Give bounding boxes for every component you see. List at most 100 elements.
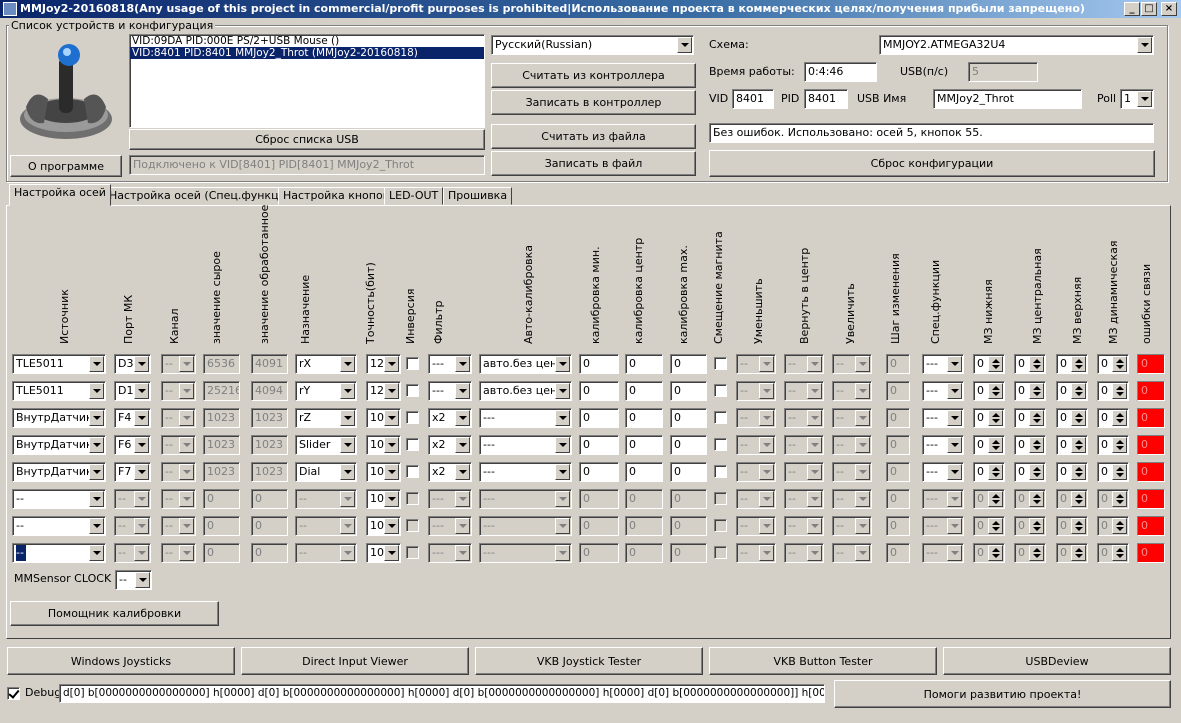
axis-max-field[interactable]: 0 — [670, 354, 707, 374]
axis-dz_top-stepper[interactable]: 0 — [1056, 381, 1088, 401]
axis-port-select[interactable]: D1 — [114, 381, 151, 401]
axis-spec-select[interactable]: --- — [922, 381, 964, 401]
vid-field[interactable]: 8401 — [732, 89, 774, 109]
debug-checkbox[interactable] — [7, 687, 20, 700]
axis-autocal-select[interactable]: --- — [479, 543, 572, 563]
axis-spec-select[interactable]: --- — [922, 435, 964, 455]
poll-select[interactable]: 1 — [1120, 89, 1154, 109]
axis-autocal-select[interactable]: --- — [479, 435, 572, 455]
usbdeview-button[interactable]: USBDeview — [943, 647, 1171, 675]
axis-bits-select[interactable]: 10 — [366, 543, 401, 563]
axis-port-select[interactable]: F7 — [114, 462, 151, 482]
axis-src-select[interactable]: -- — [12, 489, 106, 509]
minimize-button[interactable]: _ — [1124, 2, 1140, 16]
language-select[interactable]: Русский(Russian) — [491, 35, 694, 55]
axis-dec-select[interactable]: -- — [736, 489, 776, 509]
axis-inc-select[interactable]: -- — [832, 435, 872, 455]
axis-filter-select[interactable]: x2 — [428, 462, 472, 482]
axis-spec-select[interactable]: --- — [922, 462, 964, 482]
axis-chan-select[interactable]: -- — [161, 381, 196, 401]
direct-input-viewer-button[interactable]: Direct Input Viewer — [241, 647, 469, 675]
axis-port-select[interactable]: -- — [114, 489, 151, 509]
axis-bits-select[interactable]: 10 — [366, 516, 401, 536]
axis-filter-select[interactable]: --- — [428, 516, 472, 536]
axis-checkbox[interactable] — [714, 546, 727, 559]
axis-ret-select[interactable]: -- — [784, 489, 824, 509]
axis-dz_mid-stepper[interactable]: 0 — [1014, 435, 1046, 455]
axis-assign-select[interactable]: Dial — [295, 462, 357, 482]
maximize-button[interactable]: □ — [1141, 2, 1157, 16]
axis-dec-select[interactable]: -- — [736, 516, 776, 536]
pid-field[interactable]: 8401 — [804, 89, 848, 109]
axis-dz_top-stepper[interactable]: 0 — [1056, 489, 1088, 509]
axis-assign-select[interactable]: -- — [295, 543, 357, 563]
axis-max-field[interactable]: 0 — [670, 408, 707, 428]
axis-dec-select[interactable]: -- — [736, 435, 776, 455]
axis-inc-select[interactable]: -- — [832, 408, 872, 428]
axis-dz_top-stepper[interactable]: 0 — [1056, 462, 1088, 482]
axis-dz_top-stepper[interactable]: 0 — [1056, 408, 1088, 428]
axis-chan-select[interactable]: -- — [161, 408, 196, 428]
axis-inc-select[interactable]: -- — [832, 381, 872, 401]
usb-name-field[interactable]: MMJoy2_Throt — [933, 89, 1082, 109]
axis-checkbox[interactable] — [406, 384, 419, 397]
windows-joysticks-button[interactable]: Windows Joysticks — [7, 647, 235, 675]
axis-port-select[interactable]: D3 — [114, 354, 151, 374]
axis-chan-select[interactable]: -- — [161, 489, 196, 509]
axis-bits-select[interactable]: 10 — [366, 408, 401, 428]
axis-bits-select[interactable]: 10 — [366, 462, 401, 482]
axis-ret-select[interactable]: -- — [784, 543, 824, 563]
axis-dz_mid-stepper[interactable]: 0 — [1014, 462, 1046, 482]
axis-bits-select[interactable]: 10 — [366, 435, 401, 455]
axis-dz_mid-stepper[interactable]: 0 — [1014, 489, 1046, 509]
axis-checkbox[interactable] — [406, 519, 419, 532]
axis-dz_dyn-stepper[interactable]: 0 — [1097, 543, 1129, 563]
axis-dz_low-stepper[interactable]: 0 — [973, 381, 1005, 401]
axis-ret-select[interactable]: -- — [784, 354, 824, 374]
axis-checkbox[interactable] — [714, 411, 727, 424]
axis-checkbox[interactable] — [714, 465, 727, 478]
axis-dz_mid-stepper[interactable]: 0 — [1014, 381, 1046, 401]
axis-src-select[interactable]: TLE5011 — [12, 354, 106, 374]
reset-usb-button[interactable]: Сброс списка USB — [129, 129, 485, 150]
axis-assign-select[interactable]: rX — [295, 354, 357, 374]
axis-checkbox[interactable] — [406, 465, 419, 478]
axis-filter-select[interactable]: --- — [428, 543, 472, 563]
axis-port-select[interactable]: -- — [114, 516, 151, 536]
axis-ret-select[interactable]: -- — [784, 516, 824, 536]
axis-dz_dyn-stepper[interactable]: 0 — [1097, 381, 1129, 401]
calibration-helper-button[interactable]: Помощник калибровки — [10, 601, 219, 626]
axis-min-field[interactable]: 0 — [579, 435, 619, 455]
axis-src-select[interactable]: ВнутрДатчик — [12, 462, 106, 482]
tab-led-out[interactable]: LED-OUT — [384, 187, 444, 205]
axis-max-field[interactable]: 0 — [670, 435, 707, 455]
read-file-button[interactable]: Считать из файла — [491, 124, 696, 149]
axis-checkbox[interactable] — [406, 438, 419, 451]
axis-bits-select[interactable]: 10 — [366, 489, 401, 509]
device-list[interactable]: VID:09DA PID:000E PS/2+USB Mouse () VID:… — [129, 34, 485, 128]
axis-center-field[interactable]: 0 — [625, 435, 663, 455]
axis-chan-select[interactable]: -- — [161, 435, 196, 455]
axis-inc-select[interactable]: -- — [832, 516, 872, 536]
axis-dz_low-stepper[interactable]: 0 — [973, 435, 1005, 455]
axis-checkbox[interactable] — [406, 546, 419, 559]
axis-autocal-select[interactable]: авто.без центр — [479, 381, 572, 401]
axis-dec-select[interactable]: -- — [736, 462, 776, 482]
axis-min-field[interactable]: 0 — [579, 462, 619, 482]
axis-dz_dyn-stepper[interactable]: 0 — [1097, 489, 1129, 509]
axis-min-field[interactable]: 0 — [579, 408, 619, 428]
axis-chan-select[interactable]: -- — [161, 516, 196, 536]
axis-checkbox[interactable] — [714, 519, 727, 532]
scheme-select[interactable]: MMJOY2.ATMEGA32U4 — [879, 35, 1154, 55]
close-button[interactable]: × — [1161, 2, 1177, 16]
axis-dz_dyn-stepper[interactable]: 0 — [1097, 462, 1129, 482]
axis-max-field[interactable]: 0 — [670, 381, 707, 401]
axis-dz_low-stepper[interactable]: 0 — [973, 408, 1005, 428]
axis-dz_dyn-stepper[interactable]: 0 — [1097, 354, 1129, 374]
axis-port-select[interactable]: -- — [114, 543, 151, 563]
vkb-joystick-tester-button[interactable]: VKB Joystick Tester — [475, 647, 703, 675]
axis-checkbox[interactable] — [714, 492, 727, 505]
axis-autocal-select[interactable]: --- — [479, 516, 572, 536]
axis-autocal-select[interactable]: --- — [479, 408, 572, 428]
axis-ret-select[interactable]: -- — [784, 381, 824, 401]
